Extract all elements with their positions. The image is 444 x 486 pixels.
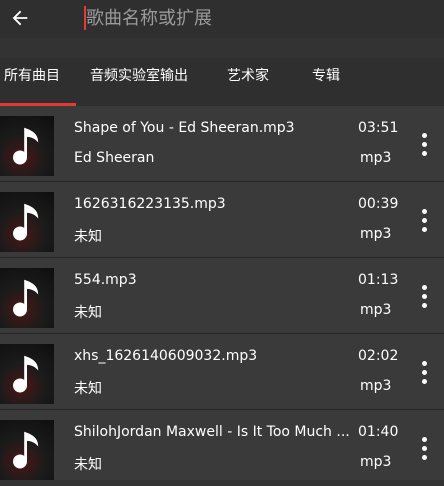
more-vertical-icon xyxy=(421,435,427,462)
track-row[interactable]: ShilohJordan Maxwell - Is It Too Much ..… xyxy=(0,410,444,486)
more-vertical-icon xyxy=(421,283,427,310)
track-row[interactable]: xhs_1626140609032.mp3 未知 02:02 mp3 xyxy=(0,334,444,410)
music-note-icon xyxy=(13,279,39,317)
search-header xyxy=(0,0,444,38)
tab-bar: 所有曲目 音频实验室输出 艺术家 专辑 xyxy=(0,58,444,106)
track-menu-button[interactable] xyxy=(412,278,436,314)
more-vertical-icon xyxy=(421,207,427,234)
track-thumbnail xyxy=(0,116,54,176)
track-title: xhs_1626140609032.mp3 xyxy=(74,348,258,364)
track-list: Shape of You - Ed Sheeran.mp3 Ed Sheeran… xyxy=(0,106,444,480)
track-thumbnail xyxy=(0,420,54,480)
track-menu-button[interactable] xyxy=(412,430,436,466)
track-duration: 02:02 xyxy=(358,348,399,364)
arrow-left-icon xyxy=(12,10,28,26)
track-thumbnail xyxy=(0,192,54,252)
track-row[interactable]: 554.mp3 未知 01:13 mp3 xyxy=(0,258,444,334)
track-title: Shape of You - Ed Sheeran.mp3 xyxy=(74,120,295,136)
track-artist: 未知 xyxy=(74,305,102,321)
track-row[interactable]: Shape of You - Ed Sheeran.mp3 Ed Sheeran… xyxy=(0,106,444,182)
track-menu-button[interactable] xyxy=(412,354,436,390)
music-note-icon xyxy=(13,127,39,165)
track-row[interactable]: 1626316223135.mp3 未知 00:39 mp3 xyxy=(0,182,444,258)
track-thumbnail xyxy=(0,344,54,404)
music-note-icon xyxy=(13,355,39,393)
music-note-icon xyxy=(13,431,39,469)
track-duration: 01:13 xyxy=(358,272,399,288)
track-title: 554.mp3 xyxy=(74,272,137,288)
search-input[interactable] xyxy=(86,2,426,34)
track-artist: 未知 xyxy=(74,457,102,473)
track-format: mp3 xyxy=(360,454,392,470)
back-button[interactable] xyxy=(6,4,34,32)
track-duration: 01:40 xyxy=(358,424,399,440)
track-duration: 03:51 xyxy=(358,120,399,136)
track-duration: 00:39 xyxy=(358,196,399,212)
track-title: ShilohJordan Maxwell - Is It Too Much ..… xyxy=(74,424,350,440)
more-vertical-icon xyxy=(421,359,427,386)
tab-artists[interactable]: 艺术家 xyxy=(227,58,269,104)
track-artist: 未知 xyxy=(74,381,102,397)
track-artist: Ed Sheeran xyxy=(74,150,155,166)
track-format: mp3 xyxy=(360,150,392,166)
track-thumbnail xyxy=(0,268,54,328)
track-format: mp3 xyxy=(360,226,392,242)
tab-albums[interactable]: 专辑 xyxy=(312,58,340,104)
track-format: mp3 xyxy=(360,378,392,394)
music-note-icon xyxy=(13,203,39,241)
track-menu-button[interactable] xyxy=(412,202,436,238)
track-artist: 未知 xyxy=(74,229,102,245)
tab-all-tracks[interactable]: 所有曲目 xyxy=(4,58,60,104)
more-vertical-icon xyxy=(421,131,427,158)
tab-audio-lab-output[interactable]: 音频实验室输出 xyxy=(90,58,188,104)
track-title: 1626316223135.mp3 xyxy=(74,196,226,212)
track-menu-button[interactable] xyxy=(412,126,436,162)
track-format: mp3 xyxy=(360,302,392,318)
